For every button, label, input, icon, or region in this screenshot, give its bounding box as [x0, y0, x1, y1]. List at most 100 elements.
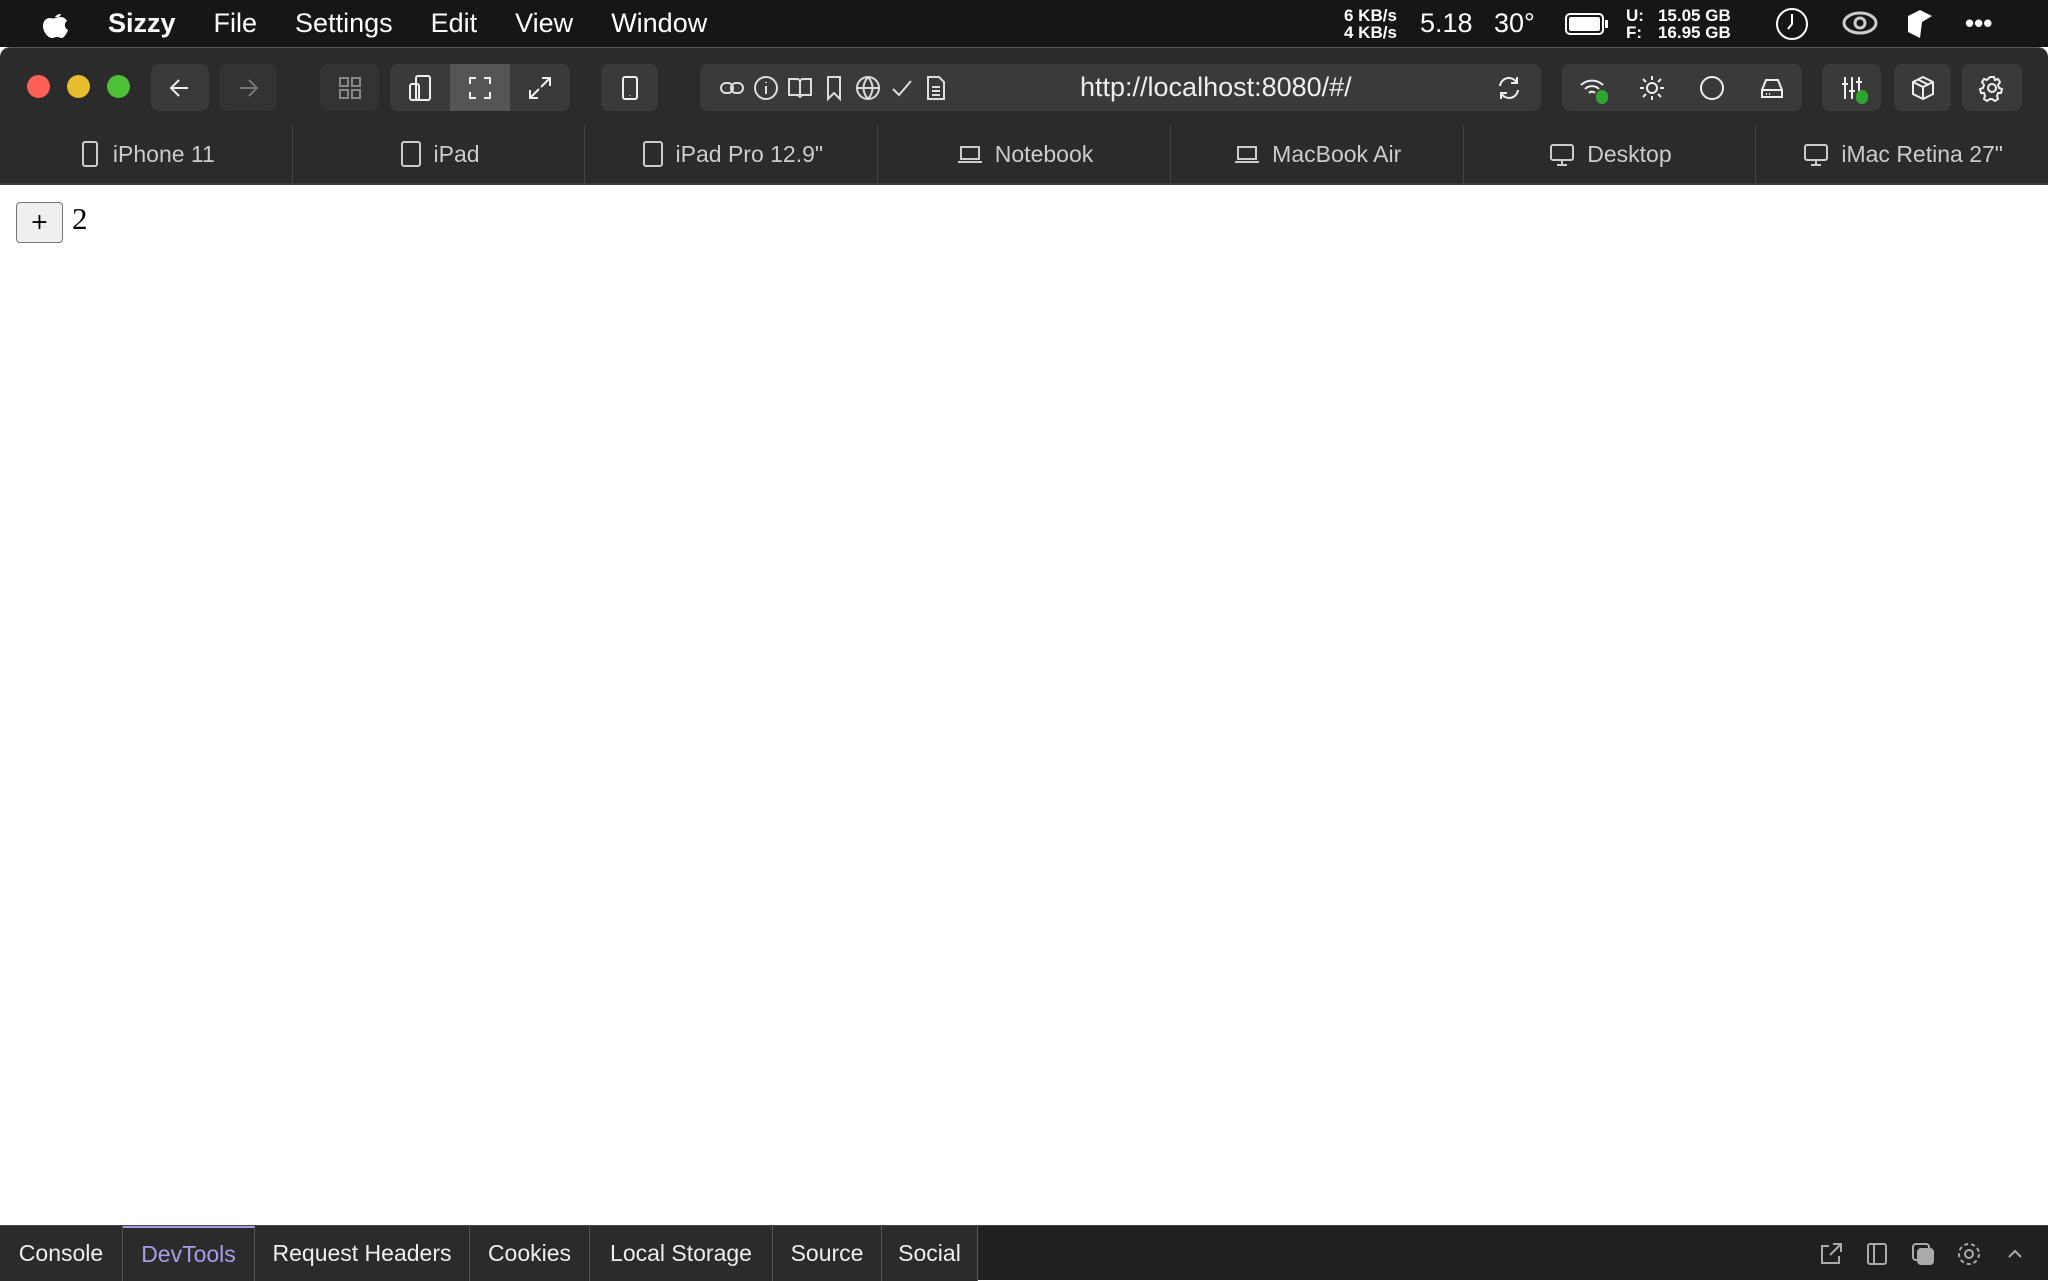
- tab-cookies[interactable]: Cookies: [470, 1226, 590, 1281]
- network-toggle[interactable]: [1562, 64, 1622, 111]
- focus-mode-button[interactable]: [450, 64, 510, 111]
- tab-local-storage[interactable]: Local Storage: [590, 1226, 773, 1281]
- status-dot: [1596, 90, 1608, 104]
- storage-toggle[interactable]: [1742, 64, 1802, 111]
- check-icon[interactable]: [888, 74, 916, 102]
- phone-icon: [81, 141, 98, 167]
- device-tab-label: iPad Pro 12.9": [675, 140, 824, 167]
- device-tab-label: Notebook: [994, 140, 1094, 167]
- tab-devtools[interactable]: DevTools: [123, 1226, 255, 1281]
- circle-icon: [1700, 75, 1724, 100]
- net-down: 4 KB/s: [1344, 22, 1397, 42]
- grid-icon: [338, 76, 361, 99]
- device-tab-notebook[interactable]: Notebook: [878, 125, 1171, 183]
- circle-toggle[interactable]: [1682, 64, 1742, 111]
- toggles-group: [1562, 64, 1802, 111]
- multi-device-button[interactable]: [390, 64, 450, 111]
- increment-button[interactable]: +: [16, 202, 63, 243]
- sliders-button[interactable]: [1822, 64, 1881, 111]
- monitor-icon: [1550, 144, 1575, 166]
- tab-console[interactable]: Console: [0, 1226, 123, 1281]
- counter-value: 2: [72, 201, 88, 236]
- link-icon[interactable]: [718, 74, 746, 102]
- focus-icon: [469, 76, 491, 99]
- close-button[interactable]: [27, 75, 50, 98]
- expand-icon: [529, 76, 551, 99]
- overlay-icon[interactable]: [1910, 1241, 1936, 1267]
- external-link-icon[interactable]: [1818, 1241, 1844, 1267]
- more-icon[interactable]: •••: [1965, 0, 1992, 47]
- menu-app-sizzy[interactable]: Sizzy: [108, 8, 176, 39]
- phone-icon: [621, 75, 638, 100]
- device-tab-label: iMac Retina 27": [1841, 140, 2003, 167]
- reload-icon[interactable]: [1495, 74, 1523, 102]
- gear-icon[interactable]: [1956, 1241, 1982, 1267]
- expand-button[interactable]: [510, 64, 570, 111]
- device-tab-ipad-pro[interactable]: iPad Pro 12.9": [585, 125, 879, 183]
- url-bar[interactable]: http://localhost:8080/#/: [700, 64, 1541, 111]
- menu-view[interactable]: View: [515, 8, 573, 39]
- sidebar-icon[interactable]: [1864, 1241, 1890, 1267]
- menu-edit[interactable]: Edit: [431, 8, 478, 39]
- document-icon[interactable]: [922, 74, 950, 102]
- gear-icon: [1978, 75, 2004, 102]
- devices-icon: [409, 74, 431, 101]
- bookmark-icon[interactable]: [820, 74, 848, 102]
- monitor-icon: [1804, 144, 1829, 166]
- device-tab-desktop[interactable]: Desktop: [1464, 125, 1757, 183]
- menu-bar: Sizzy File Settings Edit View Window: [0, 0, 2048, 47]
- arrow-right-icon: [240, 78, 259, 97]
- mem-free-label: F:: [1626, 22, 1643, 42]
- device-tab-iphone-11[interactable]: iPhone 11: [0, 125, 293, 183]
- theme-toggle[interactable]: [1622, 64, 1682, 111]
- status-dot: [1856, 90, 1868, 104]
- page-content: + 2: [0, 185, 2048, 1225]
- tab-request-headers[interactable]: Request Headers: [255, 1226, 470, 1281]
- apple-icon[interactable]: [42, 9, 68, 39]
- battery-icon[interactable]: [1565, 0, 1609, 47]
- back-button[interactable]: [151, 64, 209, 111]
- url-text[interactable]: http://localhost:8080/#/: [1080, 72, 1495, 103]
- book-icon[interactable]: [786, 74, 814, 102]
- device-button[interactable]: [601, 64, 658, 111]
- settings-button[interactable]: [1962, 64, 2022, 111]
- app-status-icon[interactable]: [1906, 0, 1934, 47]
- maximize-button[interactable]: [107, 75, 130, 98]
- device-tab-label: Desktop: [1587, 140, 1672, 167]
- info-icon[interactable]: [752, 74, 780, 102]
- clock-icon[interactable]: [1775, 0, 1809, 47]
- device-tab-imac-retina[interactable]: iMac Retina 27": [1756, 125, 2048, 183]
- temperature[interactable]: 30°: [1494, 0, 1535, 47]
- grid-view-button[interactable]: [320, 64, 379, 111]
- tablet-icon: [642, 141, 663, 167]
- globe-icon[interactable]: [854, 74, 882, 102]
- device-tab-label: iPad: [433, 140, 480, 167]
- device-tab-ipad[interactable]: iPad: [293, 125, 586, 183]
- cube-icon: [1911, 75, 1934, 100]
- tab-source[interactable]: Source: [773, 1226, 882, 1281]
- device-tab-label: iPhone 11: [112, 140, 215, 167]
- drive-icon: [1761, 78, 1783, 98]
- menu-window[interactable]: Window: [611, 8, 707, 39]
- menu-file[interactable]: File: [214, 8, 258, 39]
- creative-cloud-icon[interactable]: [1842, 0, 1878, 47]
- arrow-left-icon: [169, 78, 188, 97]
- device-tab-macbook-air[interactable]: MacBook Air: [1171, 125, 1464, 183]
- view-mode-group: [390, 64, 570, 111]
- cpu-load[interactable]: 5.18: [1420, 0, 1473, 47]
- laptop-icon: [957, 146, 982, 163]
- memory-stats[interactable]: U: F: 15.05 GB 16.95 GB: [1626, 0, 1731, 47]
- extensions-button[interactable]: [1894, 64, 1951, 111]
- device-tab-label: MacBook Air: [1272, 140, 1402, 167]
- mem-free: 16.95 GB: [1657, 22, 1731, 42]
- devtools-bar: Console DevTools Request Headers Cookies…: [0, 1225, 2048, 1281]
- tab-social[interactable]: Social: [882, 1226, 978, 1281]
- forward-button[interactable]: [219, 64, 277, 111]
- chevron-up-icon[interactable]: [2002, 1241, 2028, 1267]
- network-stats[interactable]: 6 KB/s 4 KB/s: [1344, 0, 1397, 47]
- device-tabs: iPhone 11 iPad iPad Pro 12.9" Notebook M…: [0, 125, 2048, 185]
- laptop-icon: [1235, 146, 1260, 163]
- menu-settings[interactable]: Settings: [295, 8, 393, 39]
- net-up: 6 KB/s: [1344, 5, 1397, 25]
- minimize-button[interactable]: [67, 75, 90, 98]
